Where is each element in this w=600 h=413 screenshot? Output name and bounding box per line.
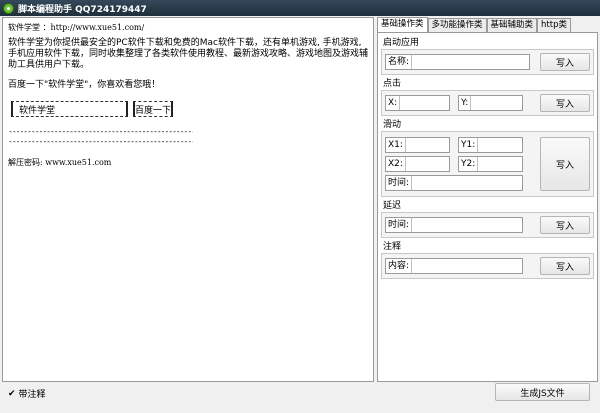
group-title: 注释 (383, 242, 402, 252)
write-button[interactable]: 写入 (540, 216, 590, 234)
comment-content-field[interactable]: 内容: (385, 258, 523, 274)
preview-input[interactable]: 软件学堂 (11, 101, 128, 117)
field-label: Y1: (459, 138, 479, 152)
tab-multi-ops[interactable]: 多功能操作类 (427, 18, 487, 32)
group-title: 延迟 (383, 201, 402, 211)
checkbox-label: 带注释 (18, 390, 46, 400)
tab-basic-aux[interactable]: 基础辅助类 (486, 18, 538, 32)
group-click: 点击 X: Y: 写入 (381, 78, 594, 116)
field-label: X2: (386, 157, 406, 171)
field-label: 名称: (386, 55, 413, 69)
field-label: X: (386, 96, 401, 110)
field-label: 时间: (386, 176, 413, 190)
write-button[interactable]: 写入 (540, 257, 590, 275)
editor-paragraph: 软件学堂为你提供最安全的PC软件下载和免费的Mac软件下载，还有单机游戏, 手机… (8, 38, 369, 70)
group-title: 启动应用 (383, 38, 420, 48)
group-title: 点击 (383, 79, 402, 89)
field-label: Y2: (459, 157, 479, 171)
group-launch-app: 启动应用 名称: 写入 (381, 37, 594, 75)
editor-line-site: 软件学堂 ：http://www.xue51.com/ (8, 23, 145, 32)
click-y-field[interactable]: Y: (458, 95, 523, 111)
swipe-y2-field[interactable]: Y2: (458, 156, 523, 172)
with-comment-checkbox[interactable]: ✔ 带注释 (8, 387, 46, 401)
separator-line: ----------------------------------------… (8, 137, 193, 146)
editor-baidu-line: 百度一下"软件学堂"，你喜欢看您哦！ (8, 80, 161, 90)
script-editor[interactable]: 软件学堂 ：http://www.xue51.com/ 软件学堂为你提供最安全的… (2, 17, 374, 382)
group-delay: 延迟 时间: 写入 (381, 200, 594, 238)
window-title: 脚本编程助手 QQ724179447 (18, 4, 147, 15)
operations-pane: 基础操作类 多功能操作类 基础辅助类 http类 启动应用 名称: 写入 点击 … (377, 17, 598, 382)
delay-time-field[interactable]: 时间: (385, 217, 523, 233)
swipe-x2-field[interactable]: X2: (385, 156, 450, 172)
tab-bar: 基础操作类 多功能操作类 基础辅助类 http类 (377, 17, 598, 32)
write-button[interactable]: 写入 (540, 53, 590, 71)
group-comment: 注释 内容: 写入 (381, 241, 594, 279)
swipe-x1-field[interactable]: X1: (385, 137, 450, 153)
field-label: Y: (459, 96, 472, 110)
field-label: 内容: (386, 259, 413, 273)
click-x-field[interactable]: X: (385, 95, 450, 111)
checkmark-icon: ✔ (8, 388, 16, 399)
tab-http[interactable]: http类 (537, 18, 571, 32)
swipe-y1-field[interactable]: Y1: (458, 137, 523, 153)
title-bar: 脚本编程助手 QQ724179447 (0, 0, 600, 16)
app-icon (3, 2, 14, 14)
write-button[interactable]: 写入 (540, 94, 590, 112)
group-title: 滑动 (383, 120, 402, 130)
password-line: 解压密码: www.xue51.com (8, 158, 112, 167)
generate-js-button[interactable]: 生成JS文件 (495, 383, 590, 401)
separator-line: ----------------------------------------… (8, 127, 193, 136)
field-label: X1: (386, 138, 406, 152)
app-name-field[interactable]: 名称: (385, 54, 530, 70)
baidu-search-button[interactable]: 百度一下 (133, 101, 173, 117)
swipe-time-field[interactable]: 时间: (385, 175, 523, 191)
write-button[interactable]: 写入 (540, 137, 590, 191)
tab-basic-ops[interactable]: 基础操作类 (377, 17, 428, 32)
field-label: 时间: (386, 218, 413, 232)
tab-panel: 启动应用 名称: 写入 点击 X: Y: 写入 滑动 X1: Y1: X2: Y… (377, 32, 598, 382)
group-swipe: 滑动 X1: Y1: X2: Y2: 时间: 写入 (381, 119, 594, 197)
